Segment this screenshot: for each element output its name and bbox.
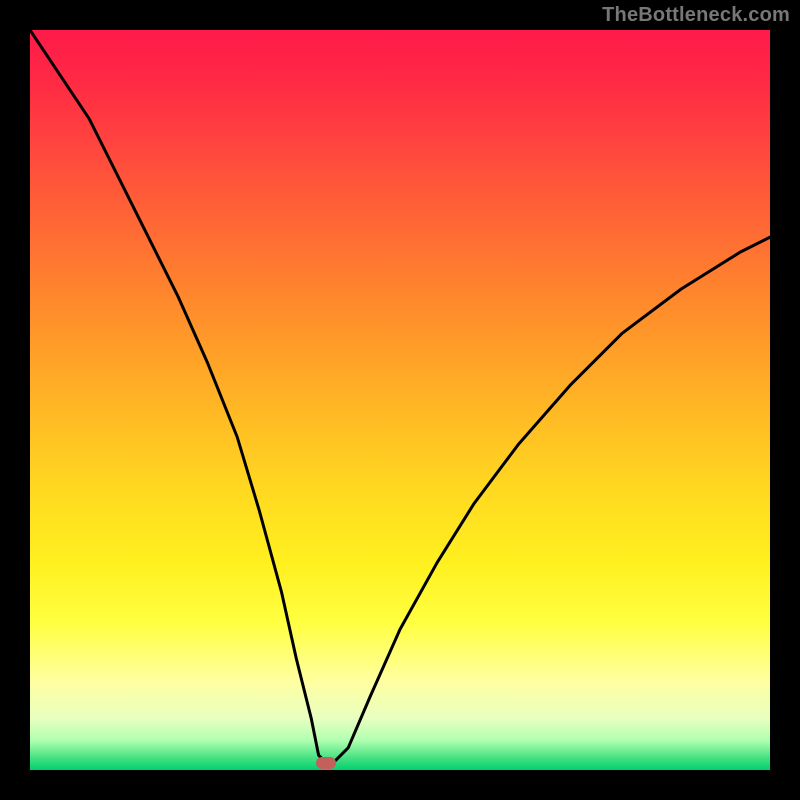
watermark-text: TheBottleneck.com bbox=[602, 4, 790, 27]
optimal-point-marker bbox=[316, 757, 336, 769]
bottleneck-curve bbox=[30, 30, 770, 770]
chart-frame: TheBottleneck.com bbox=[0, 0, 800, 800]
plot-area bbox=[30, 30, 770, 770]
